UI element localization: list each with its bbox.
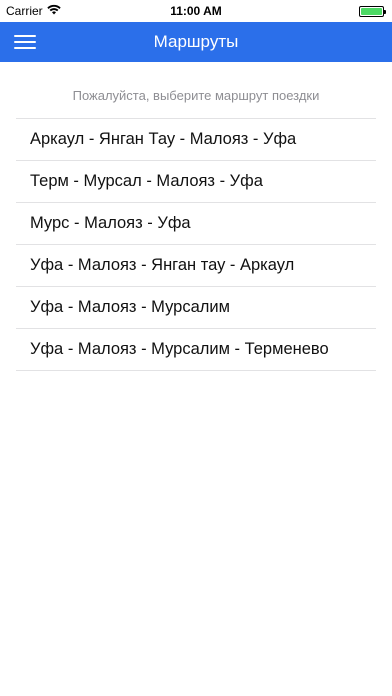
route-list: Аркаул - Янган Тау - Малояз - Уфа Терм -… <box>16 118 376 371</box>
nav-bar: Маршруты <box>0 22 392 62</box>
route-prompt: Пожалуйста, выберите маршрут поездки <box>72 88 320 103</box>
route-item[interactable]: Терм - Мурсал - Малояз - Уфа <box>16 161 376 203</box>
wifi-icon <box>46 4 61 18</box>
page-title: Маршруты <box>153 32 239 51</box>
battery-level <box>361 7 382 15</box>
status-left: Carrier <box>6 4 61 18</box>
route-item[interactable]: Уфа - Малояз - Мурсалим - Терменево <box>16 329 376 371</box>
route-item[interactable]: Мурс - Малояз - Уфа <box>16 203 376 245</box>
route-item[interactable]: Уфа - Малояз - Янган тау - Аркаул <box>16 245 376 287</box>
route-item[interactable]: Аркаул - Янган Тау - Малояз - Уфа <box>16 119 376 161</box>
carrier-label: Carrier <box>6 4 43 18</box>
route-item[interactable]: Уфа - Малояз - Мурсалим <box>16 287 376 329</box>
status-bar: Carrier 11:00 AM <box>0 0 392 22</box>
battery-icon <box>359 5 386 17</box>
hamburger-menu-icon[interactable] <box>14 31 38 53</box>
